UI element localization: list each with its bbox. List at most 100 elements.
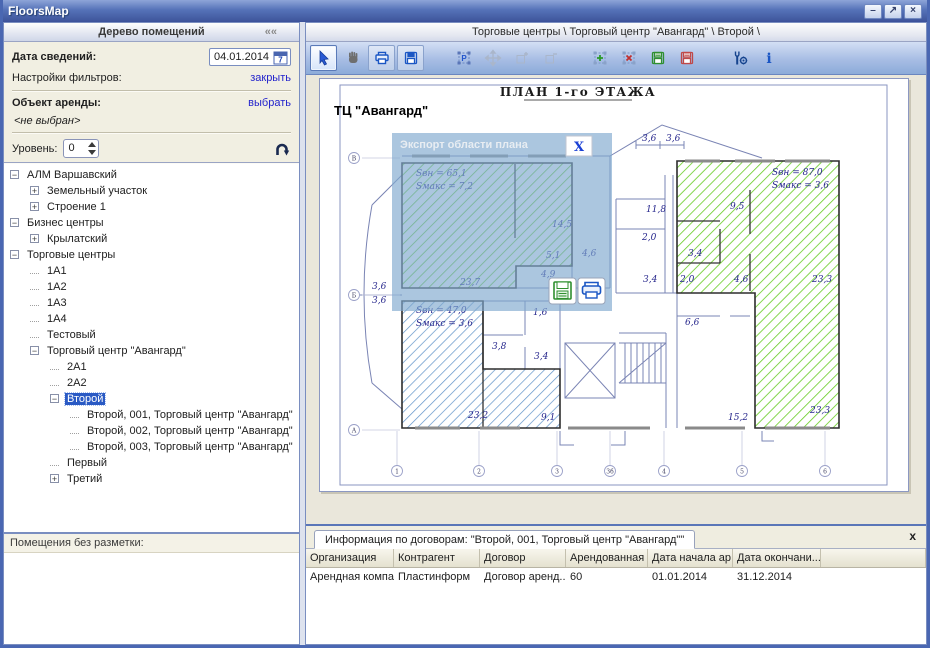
region-delete-button[interactable]: [615, 45, 642, 71]
tree-toggle-minus-icon[interactable]: −: [50, 394, 59, 403]
tree-item[interactable]: Второй, 002, Торговый центр "Авангард": [4, 423, 299, 439]
tree-leaf-tick: [70, 426, 79, 434]
zoom-in-box-button[interactable]: [508, 45, 535, 71]
date-label: Дата сведений:: [12, 51, 96, 63]
save-icon: [402, 49, 420, 67]
region-add-button[interactable]: [586, 45, 613, 71]
select-arrow-icon: [315, 49, 333, 67]
column-header[interactable]: Контрагент: [394, 549, 480, 567]
date-input[interactable]: 04.01.2014 7: [209, 48, 291, 66]
tree-item[interactable]: +Крылатский: [4, 231, 299, 247]
contracts-close-button[interactable]: x: [909, 530, 916, 542]
column-header[interactable]: Организация: [306, 549, 394, 567]
tree-item[interactable]: +Третий: [4, 471, 299, 487]
save-region-green-button[interactable]: [644, 45, 671, 71]
tree-item-label: Строение 1: [45, 201, 108, 213]
select-region-p-button[interactable]: P: [450, 45, 477, 71]
settings-tools-button[interactable]: [726, 45, 753, 71]
tree-item[interactable]: −АЛМ Варшавский: [4, 167, 299, 183]
tree-toggle-minus-icon[interactable]: −: [10, 170, 19, 179]
contract-cell: Пластинформ: [394, 568, 480, 587]
room-area-label: Sмакс = 3,6: [416, 319, 473, 329]
tree-item[interactable]: −Второй: [4, 391, 299, 407]
contracts-header-row: ОрганизацияКонтрагентДоговорАрендованная…: [306, 549, 926, 568]
tree-item[interactable]: −Бизнес центры: [4, 215, 299, 231]
dimension-label: 23,3: [811, 275, 832, 285]
dimension-label: 3,6: [372, 282, 387, 292]
tree-item[interactable]: Первый: [4, 455, 299, 471]
tree-item[interactable]: Второй, 001, Торговый центр "Авангард": [4, 407, 299, 423]
close-button[interactable]: ×: [904, 4, 922, 19]
column-header[interactable]: Дата окончани...: [733, 549, 821, 567]
export-print-button[interactable]: [578, 278, 605, 304]
tree-item-label: 2А1: [65, 361, 89, 373]
print-button[interactable]: [368, 45, 395, 71]
tree-toggle-minus-icon[interactable]: −: [30, 346, 39, 355]
axis-label: 6: [823, 469, 827, 476]
column-header[interactable]: Договор: [480, 549, 566, 567]
tree-item[interactable]: 2А1: [4, 359, 299, 375]
tree-leaf-tick: [70, 410, 79, 418]
tree-item[interactable]: 1А3: [4, 295, 299, 311]
dimension-label: 2,0: [679, 275, 695, 285]
calendar-icon[interactable]: 7: [273, 50, 288, 65]
select-arrow-button[interactable]: [310, 45, 337, 71]
pan-hand-button[interactable]: [339, 45, 366, 71]
export-overlay-close-button[interactable]: X: [566, 136, 592, 156]
column-header-filler: [821, 549, 926, 567]
zoom-in-box-icon: [513, 49, 531, 67]
rotate-level-icon[interactable]: [273, 140, 291, 158]
tree-toggle-plus-icon[interactable]: +: [30, 234, 39, 243]
zoom-out-box-button[interactable]: [537, 45, 564, 71]
tree-item-label: Торговый центр "Авангард": [45, 345, 188, 357]
level-spinner[interactable]: 0: [63, 139, 99, 158]
tree-toggle-plus-icon[interactable]: +: [30, 186, 39, 195]
tree-item[interactable]: −Торговый центр "Авангард": [4, 343, 299, 359]
column-header[interactable]: Дата начала ар...: [648, 549, 733, 567]
spin-down-icon[interactable]: [88, 150, 96, 155]
date-value: 04.01.2014: [214, 51, 273, 63]
export-save-button[interactable]: [549, 278, 576, 304]
tree-item[interactable]: 1А2: [4, 279, 299, 295]
maximize-button[interactable]: ↗: [884, 4, 902, 19]
tree-item[interactable]: Тестовый: [4, 327, 299, 343]
level-value: 0: [68, 140, 86, 157]
axis-label: 3б: [606, 469, 614, 476]
rent-select-link[interactable]: выбрать: [248, 97, 291, 109]
axis-label: В: [352, 156, 357, 163]
filters-close-link[interactable]: закрыть: [250, 72, 291, 84]
tree-item[interactable]: +Земельный участок: [4, 183, 299, 199]
tree-toggle-plus-icon[interactable]: +: [50, 474, 59, 483]
contracts-tab[interactable]: Информация по договорам: "Второй, 001, Т…: [314, 530, 695, 549]
minimize-button[interactable]: –: [864, 4, 882, 19]
save-region-red-button[interactable]: [673, 45, 700, 71]
tree-toggle-plus-icon[interactable]: +: [30, 202, 39, 211]
contract-cell: 01.01.2014: [648, 568, 733, 587]
tree-item[interactable]: + Строение 1: [4, 199, 299, 215]
tree-item-label: 1А3: [45, 297, 69, 309]
axis-label: 5: [740, 469, 744, 476]
save-button[interactable]: [397, 45, 424, 71]
tree-item[interactable]: 1А1: [4, 263, 299, 279]
tree-item-label: Первый: [65, 457, 109, 469]
spin-up-icon[interactable]: [88, 142, 96, 147]
move-cross-button[interactable]: [479, 45, 506, 71]
tree-item[interactable]: 1А4: [4, 311, 299, 327]
contracts-body: Арендная компа...ПластинформДоговор арен…: [306, 568, 926, 587]
contract-row[interactable]: Арендная компа...ПластинформДоговор арен…: [306, 568, 926, 587]
tree-item[interactable]: Второй, 003, Торговый центр "Авангард": [4, 439, 299, 455]
plan-viewport[interactable]: ПЛАН 1-го ЭТАЖА ТЦ "Авангард": [306, 75, 926, 524]
tree-item[interactable]: −Торговые центры: [4, 247, 299, 263]
tree-toggle-minus-icon[interactable]: −: [10, 218, 19, 227]
export-overlay-title: Экспорт области плана: [400, 139, 529, 151]
tree-item[interactable]: 2А2: [4, 375, 299, 391]
column-header[interactable]: Арендованная ...: [566, 549, 648, 567]
collapse-panel-button[interactable]: ««: [265, 23, 277, 41]
minimize-icon: –: [870, 5, 876, 16]
contract-cell: 60: [566, 568, 648, 587]
info-button[interactable]: i: [755, 45, 782, 71]
tree-leaf-tick: [30, 314, 39, 322]
tree-toggle-minus-icon[interactable]: −: [10, 250, 19, 259]
tree-leaf-tick: [50, 362, 59, 370]
room-top-right[interactable]: [677, 161, 839, 428]
